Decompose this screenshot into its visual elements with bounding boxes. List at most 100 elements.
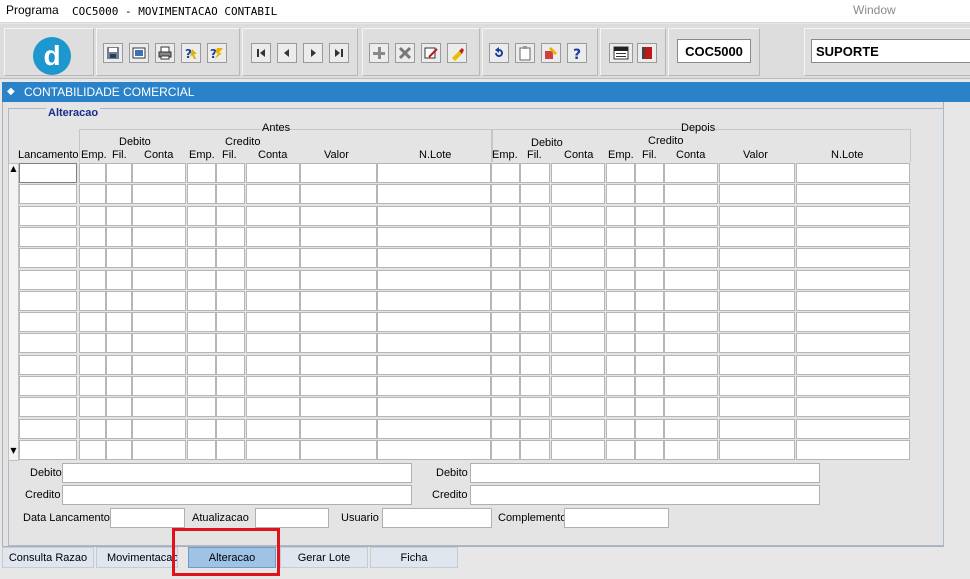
cell-nlote-antes[interactable] (377, 440, 491, 460)
cell-emp-credito-depois[interactable] (606, 291, 635, 311)
complemento-field[interactable] (564, 508, 669, 528)
cell-valor-antes[interactable] (300, 333, 377, 353)
cell-emp-debito-depois[interactable] (491, 355, 520, 375)
tab-movimentacao[interactable]: Movimentacao (96, 547, 178, 568)
cell-nlote-antes[interactable] (377, 376, 491, 396)
cell-fil-credito-depois[interactable] (635, 355, 664, 375)
cell-fil-credito-depois[interactable] (635, 163, 664, 183)
cell-fil-credito-antes[interactable] (216, 291, 245, 311)
cell-conta-credito-depois[interactable] (664, 206, 718, 226)
cell-nlote-antes[interactable] (377, 206, 491, 226)
cell-emp-credito-antes[interactable] (187, 376, 216, 396)
cell-conta-credito-depois[interactable] (664, 376, 718, 396)
cell-emp-credito-depois[interactable] (606, 419, 635, 439)
cell-fil-credito-antes[interactable] (216, 333, 245, 353)
usuario-field[interactable] (382, 508, 492, 528)
cell-fil-debito-antes[interactable] (106, 440, 132, 460)
cell-conta-debito-depois[interactable] (551, 397, 605, 417)
cell-fil-debito-depois[interactable] (520, 312, 550, 332)
cell-lancamento[interactable] (19, 227, 77, 247)
cell-lancamento[interactable] (19, 248, 77, 268)
save-icon[interactable] (103, 43, 123, 63)
cell-fil-debito-depois[interactable] (520, 397, 550, 417)
cell-emp-credito-antes[interactable] (187, 355, 216, 375)
cell-conta-credito-depois[interactable] (664, 248, 718, 268)
atualizacao-field[interactable] (255, 508, 329, 528)
cell-conta-debito-antes[interactable] (132, 376, 186, 396)
cell-lancamento[interactable] (19, 397, 77, 417)
cell-fil-credito-antes[interactable] (216, 397, 245, 417)
cell-valor-depois[interactable] (719, 440, 795, 460)
debito-field[interactable] (62, 463, 412, 483)
cell-conta-credito-antes[interactable] (246, 291, 300, 311)
cell-fil-debito-antes[interactable] (106, 227, 132, 247)
cell-emp-debito-depois[interactable] (491, 397, 520, 417)
cell-conta-debito-depois[interactable] (551, 206, 605, 226)
cell-emp-credito-depois[interactable] (606, 248, 635, 268)
cell-conta-credito-depois[interactable] (664, 419, 718, 439)
cell-emp-credito-depois[interactable] (606, 440, 635, 460)
cell-conta-debito-depois[interactable] (551, 184, 605, 204)
cell-fil-credito-depois[interactable] (635, 291, 664, 311)
cell-fil-credito-antes[interactable] (216, 227, 245, 247)
cell-conta-debito-depois[interactable] (551, 355, 605, 375)
cell-conta-debito-antes[interactable] (132, 163, 186, 183)
cell-fil-debito-depois[interactable] (520, 376, 550, 396)
cell-conta-debito-depois[interactable] (551, 248, 605, 268)
cell-lancamento[interactable] (19, 312, 77, 332)
cell-nlote-depois[interactable] (796, 270, 910, 290)
cell-emp-credito-antes[interactable] (187, 184, 216, 204)
cell-fil-credito-depois[interactable] (635, 419, 664, 439)
cell-emp-credito-depois[interactable] (606, 312, 635, 332)
last-record-icon[interactable] (329, 43, 349, 63)
cell-emp-debito-antes[interactable] (79, 312, 106, 332)
cell-conta-credito-depois[interactable] (664, 355, 718, 375)
tab-ficha[interactable]: Ficha (370, 547, 458, 568)
cell-conta-debito-depois[interactable] (551, 163, 605, 183)
cell-conta-debito-antes[interactable] (132, 355, 186, 375)
cell-emp-debito-depois[interactable] (491, 333, 520, 353)
cell-valor-antes[interactable] (300, 440, 377, 460)
clipboard-icon[interactable] (515, 43, 535, 63)
cell-nlote-antes[interactable] (377, 355, 491, 375)
delete-record-icon[interactable] (395, 43, 415, 63)
cell-emp-debito-depois[interactable] (491, 227, 520, 247)
cell-nlote-depois[interactable] (796, 440, 910, 460)
cell-conta-debito-depois[interactable] (551, 333, 605, 353)
cell-conta-debito-antes[interactable] (132, 227, 186, 247)
cell-emp-credito-antes[interactable] (187, 440, 216, 460)
cell-nlote-depois[interactable] (796, 419, 910, 439)
cell-nlote-antes[interactable] (377, 227, 491, 247)
cell-valor-antes[interactable] (300, 312, 377, 332)
cell-emp-credito-depois[interactable] (606, 355, 635, 375)
cell-nlote-antes[interactable] (377, 333, 491, 353)
cell-nlote-depois[interactable] (796, 184, 910, 204)
cell-lancamento[interactable] (19, 206, 77, 226)
cell-conta-credito-antes[interactable] (246, 312, 300, 332)
cell-fil-debito-depois[interactable] (520, 227, 550, 247)
tools-icon[interactable] (541, 43, 561, 63)
scroll-down-icon[interactable]: ▼ (9, 446, 18, 460)
cell-emp-debito-antes[interactable] (79, 397, 106, 417)
cell-emp-credito-antes[interactable] (187, 419, 216, 439)
cell-fil-credito-antes[interactable] (216, 355, 245, 375)
cell-fil-credito-depois[interactable] (635, 248, 664, 268)
cell-valor-depois[interactable] (719, 248, 795, 268)
cell-valor-depois[interactable] (719, 312, 795, 332)
query-help-icon[interactable]: ? (181, 43, 201, 63)
cell-valor-depois[interactable] (719, 163, 795, 183)
cell-valor-antes[interactable] (300, 376, 377, 396)
cell-lancamento[interactable] (19, 163, 77, 183)
cell-emp-debito-depois[interactable] (491, 291, 520, 311)
cell-conta-debito-antes[interactable] (132, 291, 186, 311)
cell-emp-credito-antes[interactable] (187, 312, 216, 332)
cell-valor-antes[interactable] (300, 163, 377, 183)
cell-conta-debito-depois[interactable] (551, 291, 605, 311)
cell-conta-debito-depois[interactable] (551, 270, 605, 290)
cell-emp-credito-antes[interactable] (187, 163, 216, 183)
cell-emp-debito-antes[interactable] (79, 376, 106, 396)
credito-depois-field[interactable] (470, 485, 820, 505)
cell-conta-credito-antes[interactable] (246, 270, 300, 290)
cell-fil-debito-antes[interactable] (106, 397, 132, 417)
cell-emp-debito-antes[interactable] (79, 248, 106, 268)
